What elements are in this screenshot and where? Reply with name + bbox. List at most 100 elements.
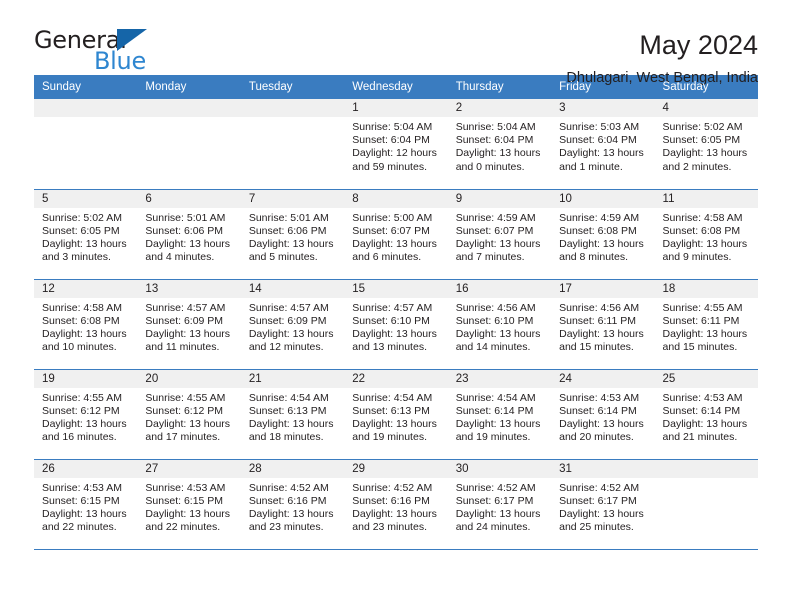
calendar-day-cell[interactable]: 21 Sunrise: 4:54 AM Sunset: 6:13 PM Dayl… (240, 369, 345, 460)
day-number: 25 (654, 369, 758, 388)
day-number: 1 (344, 99, 448, 117)
sunrise-text: Sunrise: 4:58 AM (662, 211, 743, 224)
day-info: Sunrise: 4:57 AM Sunset: 6:09 PM Dayligh… (137, 298, 240, 355)
calendar-day-cell[interactable]: 24 Sunrise: 4:53 AM Sunset: 6:14 PM Dayl… (551, 369, 655, 460)
calendar-table: Sunday Monday Tuesday Wednesday Thursday… (34, 75, 758, 550)
calendar-day-cell[interactable]: 31 Sunrise: 4:52 AM Sunset: 6:17 PM Dayl… (551, 459, 655, 550)
calendar-day-cell[interactable]: 30 Sunrise: 4:52 AM Sunset: 6:17 PM Dayl… (447, 459, 552, 550)
calendar-day-cell[interactable]: 22 Sunrise: 4:54 AM Sunset: 6:13 PM Dayl… (344, 369, 448, 460)
calendar-day-cell[interactable]: 18 Sunrise: 4:55 AM Sunset: 6:11 PM Dayl… (654, 279, 758, 370)
day-info: Sunrise: 4:52 AM Sunset: 6:17 PM Dayligh… (551, 478, 654, 535)
sunset-text: Sunset: 6:10 PM (455, 314, 534, 327)
day-info: Sunrise: 5:02 AM Sunset: 6:05 PM Dayligh… (655, 117, 758, 174)
day-info: Sunrise: 4:53 AM Sunset: 6:15 PM Dayligh… (34, 478, 137, 535)
day-number: 27 (137, 459, 241, 478)
sunset-text: Sunset: 6:13 PM (352, 404, 430, 417)
calendar-day-cell[interactable]: 6 Sunrise: 5:01 AM Sunset: 6:06 PM Dayli… (137, 189, 241, 280)
sunset-text: Sunset: 6:09 PM (248, 314, 327, 327)
calendar-day-cell[interactable]: 4 Sunrise: 5:02 AM Sunset: 6:05 PM Dayli… (654, 99, 758, 190)
sunrise-text: Sunrise: 4:57 AM (352, 301, 433, 314)
daylight-text: Daylight: 13 hours and 5 minutes. (248, 237, 334, 264)
sunrise-text: Sunrise: 5:03 AM (559, 121, 640, 133)
sunset-text: Sunset: 6:08 PM (662, 224, 741, 237)
daylight-text: Daylight: 13 hours and 22 minutes. (42, 507, 127, 534)
sunset-text: Sunset: 6:16 PM (248, 494, 327, 507)
daylight-text: Daylight: 13 hours and 19 minutes. (352, 417, 437, 444)
sunrise-text: Sunrise: 5:04 AM (352, 121, 433, 133)
day-number: 22 (344, 369, 448, 388)
calendar-day-cell[interactable]: 16 Sunrise: 4:56 AM Sunset: 6:10 PM Dayl… (447, 279, 552, 370)
calendar-day-cell[interactable]: 20 Sunrise: 4:55 AM Sunset: 6:12 PM Dayl… (137, 369, 241, 460)
day-number: 21 (240, 369, 345, 388)
daylight-text: Daylight: 13 hours and 3 minutes. (42, 237, 127, 264)
calendar-week-row: 12 Sunrise: 4:58 AM Sunset: 6:08 PM Dayl… (34, 279, 758, 370)
day-number: 16 (447, 279, 552, 298)
daylight-text: Daylight: 13 hours and 8 minutes. (559, 237, 644, 264)
calendar-day-cell[interactable]: 1 Sunrise: 5:04 AM Sunset: 6:04 PM Dayli… (344, 99, 448, 190)
calendar-day-cell[interactable]: 14 Sunrise: 4:57 AM Sunset: 6:09 PM Dayl… (240, 279, 345, 370)
calendar-day-cell[interactable]: 2 Sunrise: 5:04 AM Sunset: 6:04 PM Dayli… (447, 99, 552, 190)
logo-text-blue: Blue (94, 47, 146, 75)
sunrise-text: Sunrise: 4:52 AM (455, 481, 536, 494)
day-info: Sunrise: 4:52 AM Sunset: 6:16 PM Dayligh… (241, 478, 344, 535)
daylight-text: Daylight: 13 hours and 2 minutes. (662, 147, 748, 173)
day-info: Sunrise: 4:56 AM Sunset: 6:10 PM Dayligh… (448, 298, 551, 355)
daylight-text: Daylight: 13 hours and 0 minutes. (455, 147, 541, 173)
sunrise-text: Sunrise: 4:56 AM (559, 301, 640, 314)
calendar-day-cell-empty (137, 99, 241, 190)
day-number (240, 99, 345, 117)
daylight-text: Daylight: 13 hours and 13 minutes. (352, 327, 437, 354)
sunset-text: Sunset: 6:04 PM (455, 134, 534, 147)
calendar-day-cell[interactable]: 29 Sunrise: 4:52 AM Sunset: 6:16 PM Dayl… (344, 459, 448, 550)
calendar-day-cell[interactable]: 13 Sunrise: 4:57 AM Sunset: 6:09 PM Dayl… (137, 279, 241, 370)
day-info: Sunrise: 4:57 AM Sunset: 6:09 PM Dayligh… (241, 298, 344, 355)
day-info: Sunrise: 4:53 AM Sunset: 6:14 PM Dayligh… (655, 388, 758, 445)
calendar-day-cell[interactable]: 9 Sunrise: 4:59 AM Sunset: 6:07 PM Dayli… (447, 189, 552, 280)
day-info: Sunrise: 5:01 AM Sunset: 6:06 PM Dayligh… (137, 208, 240, 265)
calendar-day-cell[interactable]: 19 Sunrise: 4:55 AM Sunset: 6:12 PM Dayl… (34, 369, 138, 460)
calendar-day-cell[interactable]: 7 Sunrise: 5:01 AM Sunset: 6:06 PM Dayli… (240, 189, 345, 280)
sunrise-text: Sunrise: 4:53 AM (145, 481, 226, 494)
calendar-day-cell-empty (240, 99, 345, 190)
daylight-text: Daylight: 13 hours and 1 minute. (559, 147, 644, 173)
daylight-text: Daylight: 13 hours and 11 minutes. (145, 327, 231, 354)
day-number: 17 (551, 279, 655, 298)
day-number: 8 (344, 189, 448, 208)
weekday-header-sunday: Sunday (34, 75, 138, 99)
sunset-text: Sunset: 6:11 PM (559, 314, 636, 327)
weekday-header-monday: Monday (137, 75, 241, 99)
day-number: 20 (137, 369, 241, 388)
daylight-text: Daylight: 13 hours and 24 minutes. (455, 507, 541, 534)
day-info: Sunrise: 4:58 AM Sunset: 6:08 PM Dayligh… (655, 208, 758, 265)
day-info: Sunrise: 5:00 AM Sunset: 6:07 PM Dayligh… (344, 208, 447, 265)
sunrise-text: Sunrise: 4:59 AM (559, 211, 640, 224)
sunset-text: Sunset: 6:05 PM (42, 224, 120, 237)
sunrise-text: Sunrise: 4:54 AM (248, 391, 329, 404)
calendar-day-cell[interactable]: 28 Sunrise: 4:52 AM Sunset: 6:16 PM Dayl… (240, 459, 345, 550)
sunset-text: Sunset: 6:14 PM (455, 404, 534, 417)
calendar-day-cell[interactable]: 3 Sunrise: 5:03 AM Sunset: 6:04 PM Dayli… (551, 99, 655, 190)
calendar-day-cell[interactable]: 11 Sunrise: 4:58 AM Sunset: 6:08 PM Dayl… (654, 189, 758, 280)
sunset-text: Sunset: 6:04 PM (352, 134, 430, 147)
calendar-day-cell[interactable]: 10 Sunrise: 4:59 AM Sunset: 6:08 PM Dayl… (551, 189, 655, 280)
calendar-day-cell[interactable]: 27 Sunrise: 4:53 AM Sunset: 6:15 PM Dayl… (137, 459, 241, 550)
calendar-day-cell[interactable]: 17 Sunrise: 4:56 AM Sunset: 6:11 PM Dayl… (551, 279, 655, 370)
day-info: Sunrise: 4:52 AM Sunset: 6:17 PM Dayligh… (448, 478, 551, 535)
calendar-day-cell[interactable]: 25 Sunrise: 4:53 AM Sunset: 6:14 PM Dayl… (654, 369, 758, 460)
daylight-text: Daylight: 13 hours and 17 minutes. (145, 417, 231, 444)
calendar-day-cell[interactable]: 12 Sunrise: 4:58 AM Sunset: 6:08 PM Dayl… (34, 279, 138, 370)
calendar-day-cell[interactable]: 5 Sunrise: 5:02 AM Sunset: 6:05 PM Dayli… (34, 189, 138, 280)
daylight-text: Daylight: 13 hours and 22 minutes. (145, 507, 231, 534)
sunrise-text: Sunrise: 4:56 AM (455, 301, 536, 314)
calendar-day-cell[interactable]: 8 Sunrise: 5:00 AM Sunset: 6:07 PM Dayli… (344, 189, 448, 280)
day-info: Sunrise: 4:57 AM Sunset: 6:10 PM Dayligh… (344, 298, 447, 355)
calendar-day-cell[interactable]: 15 Sunrise: 4:57 AM Sunset: 6:10 PM Dayl… (344, 279, 448, 370)
sunset-text: Sunset: 6:10 PM (352, 314, 430, 327)
sunset-text: Sunset: 6:08 PM (42, 314, 120, 327)
day-number: 18 (654, 279, 758, 298)
day-number: 26 (34, 459, 138, 478)
calendar-day-cell[interactable]: 26 Sunrise: 4:53 AM Sunset: 6:15 PM Dayl… (34, 459, 138, 550)
day-number: 12 (34, 279, 138, 298)
calendar-day-cell[interactable]: 23 Sunrise: 4:54 AM Sunset: 6:14 PM Dayl… (447, 369, 552, 460)
generalblue-logo: General Blue (34, 28, 164, 76)
